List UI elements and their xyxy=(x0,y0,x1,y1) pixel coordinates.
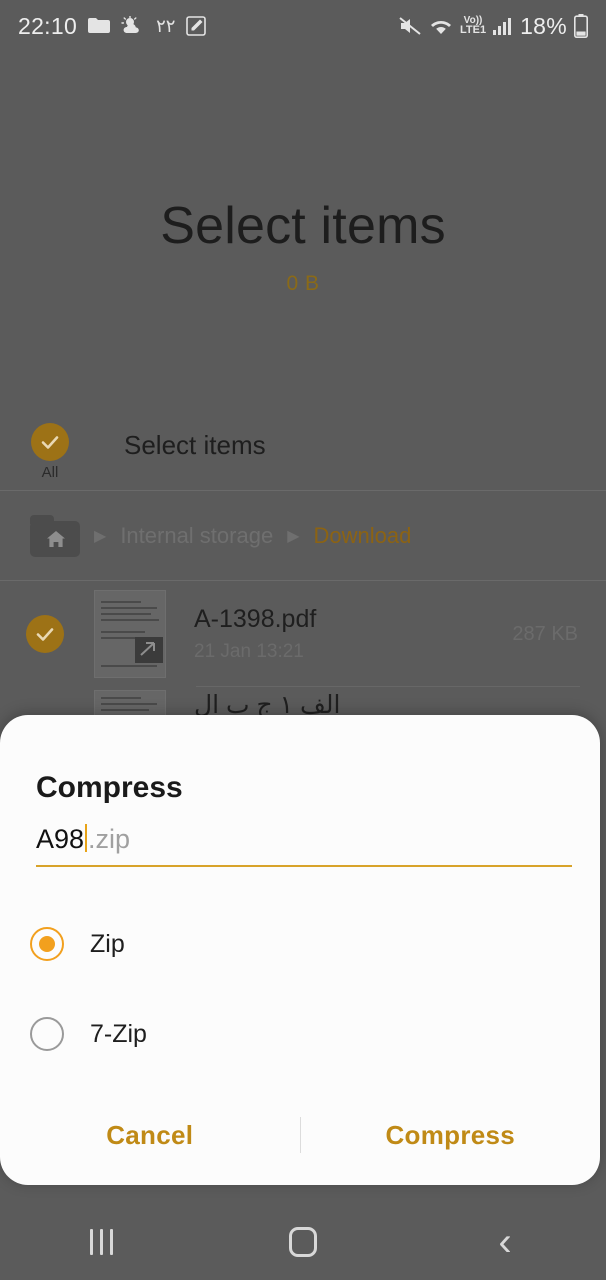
option-7zip-label: 7-Zip xyxy=(90,1019,147,1048)
file-date: 21 Jan 13:21 xyxy=(194,641,304,662)
option-7zip[interactable]: 7-Zip xyxy=(30,1017,147,1051)
recents-icon xyxy=(89,1229,113,1255)
battery-icon xyxy=(574,14,588,39)
select-all-checkbox[interactable] xyxy=(31,423,69,461)
breadcrumb-item-download[interactable]: Download xyxy=(314,523,412,549)
breadcrumb-item-internal-storage[interactable]: Internal storage xyxy=(120,523,273,549)
select-all-control[interactable]: All xyxy=(26,423,74,481)
signal-bars-icon xyxy=(493,17,513,35)
filename-field[interactable]: A98 .zip xyxy=(36,820,572,867)
option-zip[interactable]: Zip xyxy=(30,927,125,961)
recents-button[interactable] xyxy=(0,1229,202,1255)
folder-icon xyxy=(88,17,111,35)
battery-percent-label: 18% xyxy=(520,12,567,39)
lte-label: LTE1 xyxy=(459,24,487,36)
home-folder-icon[interactable] xyxy=(30,515,80,557)
status-bar-clock: 22:10 xyxy=(18,12,78,39)
home-button[interactable] xyxy=(202,1227,404,1257)
weather-partly-cloudy-icon xyxy=(121,15,145,36)
file-select-checkbox[interactable] xyxy=(26,615,64,653)
status-bar-right: Vo)) LTE1 18% xyxy=(398,13,588,40)
network-type-icon: Vo)) LTE1 xyxy=(460,16,486,36)
breadcrumb-separator-icon: ▶ xyxy=(94,528,107,545)
compress-dialog: Compress A98 .zip Zip 7-Zip Cancel Compre… xyxy=(0,715,600,1185)
divider-between-files xyxy=(196,686,580,687)
volume-mute-icon xyxy=(398,16,422,36)
breadcrumb-separator-icon-2: ▶ xyxy=(287,528,300,545)
select-items-label: Select items xyxy=(124,429,266,460)
home-icon xyxy=(289,1227,317,1257)
status-bar-left: 22:10 ٢٢ xyxy=(18,12,207,40)
select-all-label: All xyxy=(41,464,59,481)
wifi-icon xyxy=(429,16,453,36)
input-underline xyxy=(36,865,572,867)
page-title: Select items xyxy=(160,197,446,255)
screenshot-edit-icon xyxy=(186,16,207,36)
filename-value: A98 xyxy=(36,824,85,854)
table-row[interactable]: A-1398.pdf 21 Jan 13:21 287 KB xyxy=(0,580,606,688)
back-icon: ‹ xyxy=(498,1220,512,1264)
file-info: A-1398.pdf 21 Jan 13:21 xyxy=(194,605,512,663)
selected-size-label: 0 B xyxy=(286,272,320,295)
android-navigation-bar: ‹ xyxy=(0,1204,606,1280)
filename-input[interactable]: A98 .zip xyxy=(36,820,572,865)
radio-7zip[interactable] xyxy=(30,1017,64,1051)
notification-count: ٢٢ xyxy=(156,15,176,36)
file-size: 287 KB xyxy=(512,622,578,645)
option-zip-label: Zip xyxy=(90,929,125,958)
back-button[interactable]: ‹ xyxy=(404,1220,606,1264)
breadcrumb[interactable]: ▶ Internal storage ▶ Download xyxy=(0,492,606,580)
divider-below-selectbar xyxy=(0,490,606,491)
file-name: A-1398.pdf xyxy=(194,605,317,633)
status-bar: 22:10 ٢٢ Vo)) LTE1 18% xyxy=(0,0,606,52)
pdf-page-thumbnail xyxy=(94,590,166,678)
radio-zip[interactable] xyxy=(30,927,64,961)
page-header: Select items 0 B xyxy=(0,196,606,296)
phone-screen: 22:10 ٢٢ Vo)) LTE1 18% Select items 0 B … xyxy=(0,0,606,1280)
dialog-title: Compress xyxy=(36,771,183,804)
filename-extension: .zip xyxy=(88,824,131,854)
text-cursor xyxy=(85,824,88,852)
compress-button[interactable]: Compress xyxy=(301,1120,601,1151)
select-all-bar[interactable]: All Select items xyxy=(0,414,606,490)
cancel-button[interactable]: Cancel xyxy=(0,1120,300,1151)
dialog-actions: Cancel Compress xyxy=(0,1085,600,1185)
